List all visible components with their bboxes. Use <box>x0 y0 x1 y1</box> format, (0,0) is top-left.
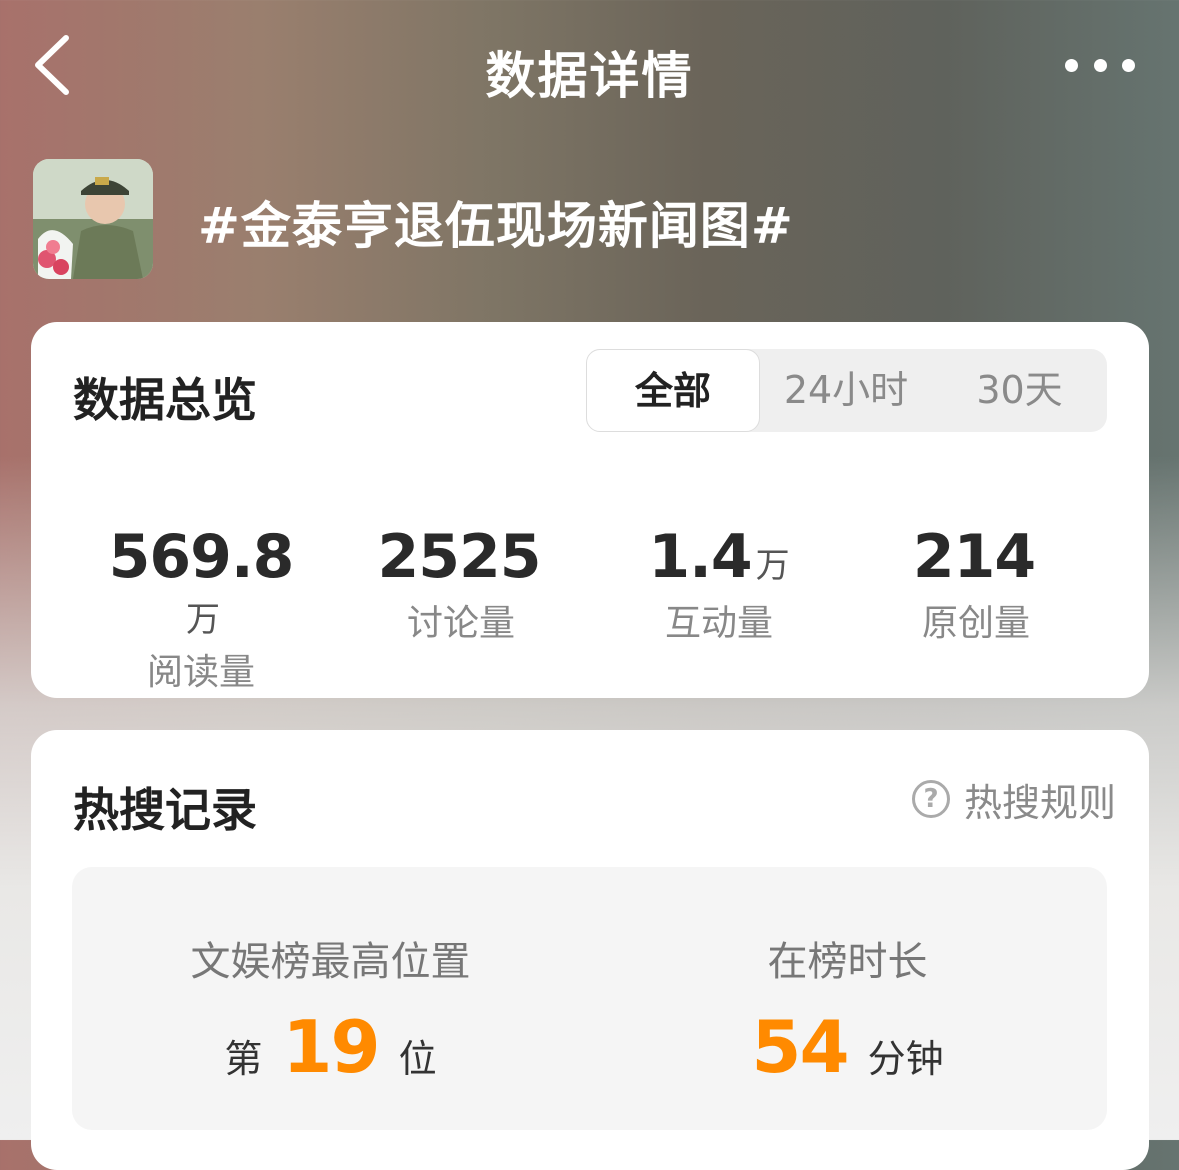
overview-title: 数据总览 <box>73 373 257 427</box>
more-dot <box>1122 58 1135 72</box>
topic-avatar-photo <box>33 159 153 279</box>
stat-unit: 万 <box>186 600 220 640</box>
best-rank-value: 19 <box>282 1005 380 1089</box>
on-list-duration: 在榜时长 54 分钟 <box>589 867 1106 1089</box>
stat-value-row: 1.4 万 <box>609 522 829 592</box>
stat-unit: 万 <box>755 546 790 586</box>
hot-search-title: 热搜记录 <box>73 783 257 837</box>
stat-label: 讨论量 <box>406 603 515 644</box>
more-button[interactable] <box>1065 54 1135 76</box>
more-dots-icon <box>1065 58 1078 72</box>
stat-value-row: 569.8 万 <box>91 522 311 641</box>
record-box: 文娱榜最高位置 第 19 位 在榜时长 54 分钟 <box>72 867 1107 1130</box>
stat-value-row: 2525 <box>351 522 571 592</box>
overview-card: 数据总览 全部 24小时 30天 569.8 万 阅读量 2525 讨论量 1.4… <box>31 322 1149 698</box>
stat-discussions: 2525 讨论量 <box>351 522 571 646</box>
duration-label: 在榜时长 <box>767 939 928 985</box>
stat-value: 2525 <box>377 522 542 592</box>
tab-all[interactable]: 全部 <box>586 349 760 432</box>
rules-label: 热搜规则 <box>963 780 1116 825</box>
top-bar: 数据详情 <box>0 0 1179 130</box>
hot-search-rules-link[interactable]: ? 热搜规则 <box>911 774 1116 825</box>
stat-label: 互动量 <box>664 603 773 644</box>
stat-label: 阅读量 <box>146 652 255 693</box>
duration-value: 54 <box>751 1005 849 1089</box>
topic-title: #金泰亨退伍现场新闻图# <box>198 197 794 255</box>
best-rank-suffix: 位 <box>398 1037 437 1081</box>
stat-interactions: 1.4 万 互动量 <box>609 522 829 646</box>
best-rank-value-row: 第 19 位 <box>72 1005 589 1089</box>
best-rank-prefix: 第 <box>224 1037 263 1081</box>
stat-originals: 214 原创量 <box>866 522 1086 646</box>
best-rank: 文娱榜最高位置 第 19 位 <box>72 867 589 1089</box>
question-circle-icon: ? <box>911 780 950 818</box>
stat-value: 214 <box>912 522 1036 592</box>
page-title: 数据详情 <box>485 47 694 105</box>
stat-value: 569.8 <box>108 522 295 592</box>
tab-24h[interactable]: 24小时 <box>760 349 932 432</box>
more-dot <box>1093 58 1107 72</box>
duration-suffix: 分钟 <box>867 1037 944 1081</box>
stat-value-row: 214 <box>866 522 1086 592</box>
stat-label: 原创量 <box>921 603 1030 644</box>
duration-value-row: 54 分钟 <box>589 1005 1106 1089</box>
stat-value: 1.4 <box>648 522 752 592</box>
time-range-segmented-control: 全部 24小时 30天 <box>586 349 1107 432</box>
stat-reads: 569.8 万 阅读量 <box>91 522 311 695</box>
best-rank-label: 文娱榜最高位置 <box>190 939 471 985</box>
tab-30d[interactable]: 30天 <box>932 349 1107 432</box>
topic-avatar <box>33 159 153 279</box>
hot-search-card: 热搜记录 ? 热搜规则 文娱榜最高位置 第 19 位 在榜时长 54 分钟 <box>31 730 1149 1170</box>
